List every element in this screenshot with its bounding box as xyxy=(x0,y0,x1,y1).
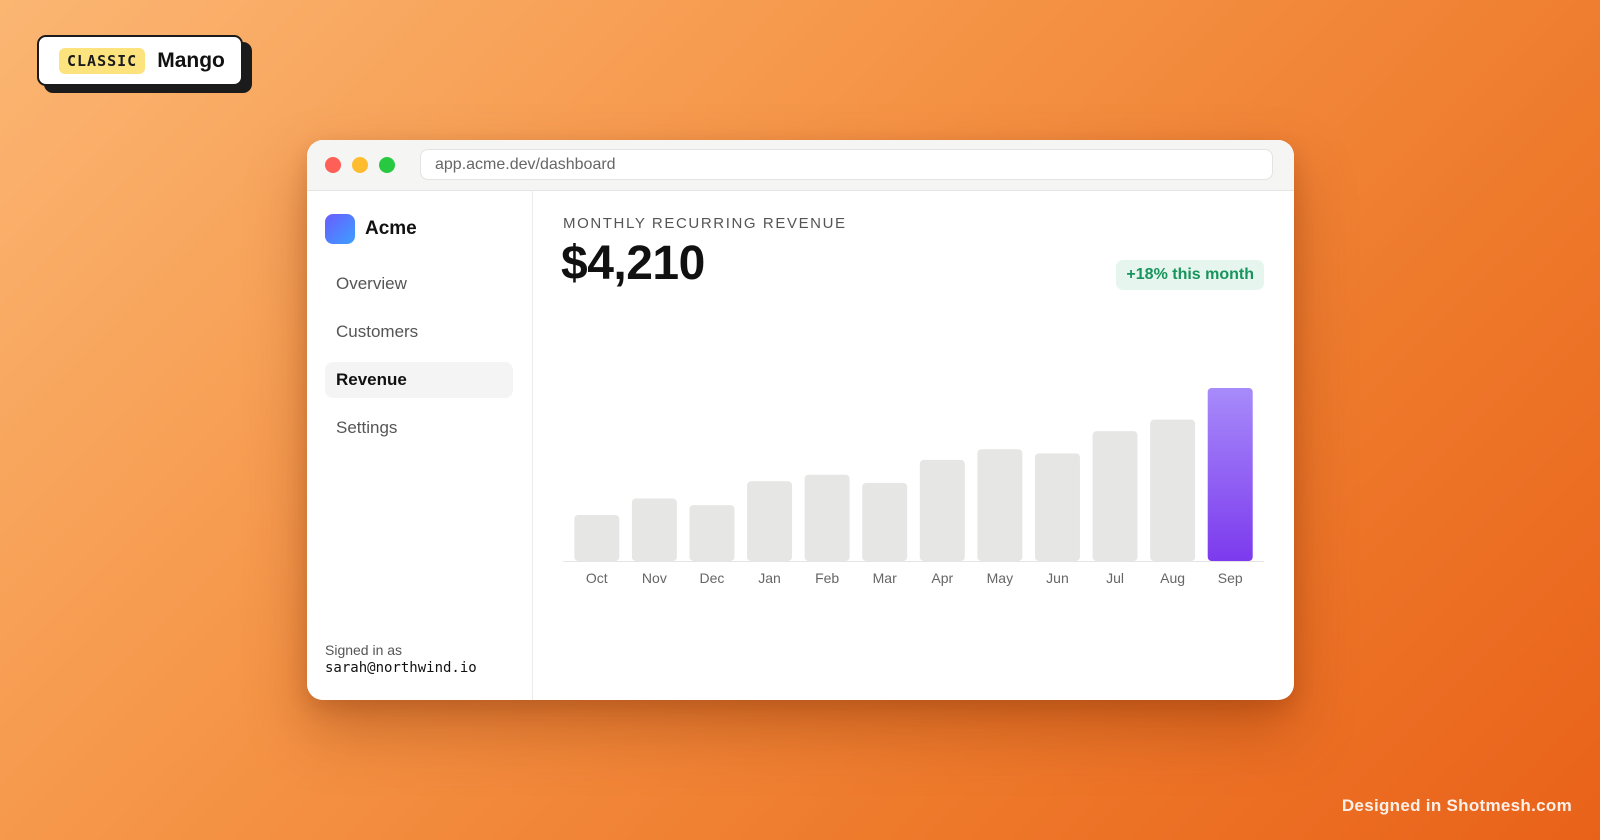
bar-mar[interactable] xyxy=(862,482,908,561)
bar-dec[interactable] xyxy=(689,505,735,561)
tick-label-jan: Jan xyxy=(758,570,781,586)
sidebar-item-settings[interactable]: Settings xyxy=(325,410,513,446)
bar-sep[interactable] xyxy=(1207,388,1253,561)
maximize-window-button[interactable] xyxy=(379,157,395,173)
minimize-window-button[interactable] xyxy=(352,157,368,173)
bar-may[interactable] xyxy=(977,449,1023,561)
close-window-button[interactable] xyxy=(325,157,341,173)
title-bar: app.acme.dev/dashboard xyxy=(307,140,1294,191)
badge-tag: CLASSIC xyxy=(59,47,146,74)
bar-apr[interactable] xyxy=(919,459,965,561)
footer-credit: Designed in Shotmesh.com xyxy=(1341,796,1572,815)
revenue-bar-chart: Oct Nov Dec Jan Feb Mar Apr May Jun Jul Aug Sep xyxy=(563,388,1264,586)
tick-label-aug: Aug xyxy=(1160,570,1185,586)
tick-label-sep: Sep xyxy=(1218,570,1243,586)
tick-label-nov: Nov xyxy=(642,570,667,586)
tick-label-jun: Jun xyxy=(1046,570,1069,586)
metric-label: MONTHLY RECURRING REVENUE xyxy=(563,215,847,232)
tick-label-may: May xyxy=(987,570,1013,586)
bar-jun[interactable] xyxy=(1034,453,1080,561)
main-content: MONTHLY RECURRING REVENUE $4,210 +18% th… xyxy=(533,191,1294,700)
sidebar-item-revenue[interactable]: Revenue xyxy=(325,362,513,398)
bar-feb[interactable] xyxy=(804,474,850,561)
sidebar-item-customers[interactable]: Customers xyxy=(325,314,513,350)
tick-label-oct: Oct xyxy=(586,570,608,586)
tick-label-mar: Mar xyxy=(873,570,897,586)
tick-label-feb: Feb xyxy=(815,570,839,586)
sidebar: Acme Overview Customers Revenue Settings… xyxy=(307,191,533,700)
bar-oct[interactable] xyxy=(574,514,620,561)
tick-label-jul: Jul xyxy=(1106,570,1124,586)
brand-name: Acme xyxy=(365,218,417,239)
sidebar-item-overview[interactable]: Overview xyxy=(325,266,513,302)
bar-jul[interactable] xyxy=(1092,431,1138,561)
growth-badge: +18% this month xyxy=(1116,260,1264,290)
bar-aug[interactable] xyxy=(1150,419,1196,561)
brand: Acme xyxy=(325,214,417,244)
badge-name: Mango xyxy=(157,48,225,72)
signed-in-label: Signed in as xyxy=(325,642,403,658)
browser-window: app.acme.dev/dashboard Acme Overview Cus… xyxy=(307,140,1294,700)
bar-jan[interactable] xyxy=(747,481,793,561)
bar-nov[interactable] xyxy=(631,498,677,561)
tick-label-dec: Dec xyxy=(700,570,725,586)
theme-badge: CLASSIC Mango xyxy=(37,35,243,86)
tick-label-apr: Apr xyxy=(931,570,953,586)
signed-in-email: sarah@northwind.io xyxy=(325,660,477,676)
metric-value: $4,210 xyxy=(561,237,705,290)
address-bar[interactable]: app.acme.dev/dashboard xyxy=(420,149,1273,180)
acme-logo-icon xyxy=(325,214,355,244)
